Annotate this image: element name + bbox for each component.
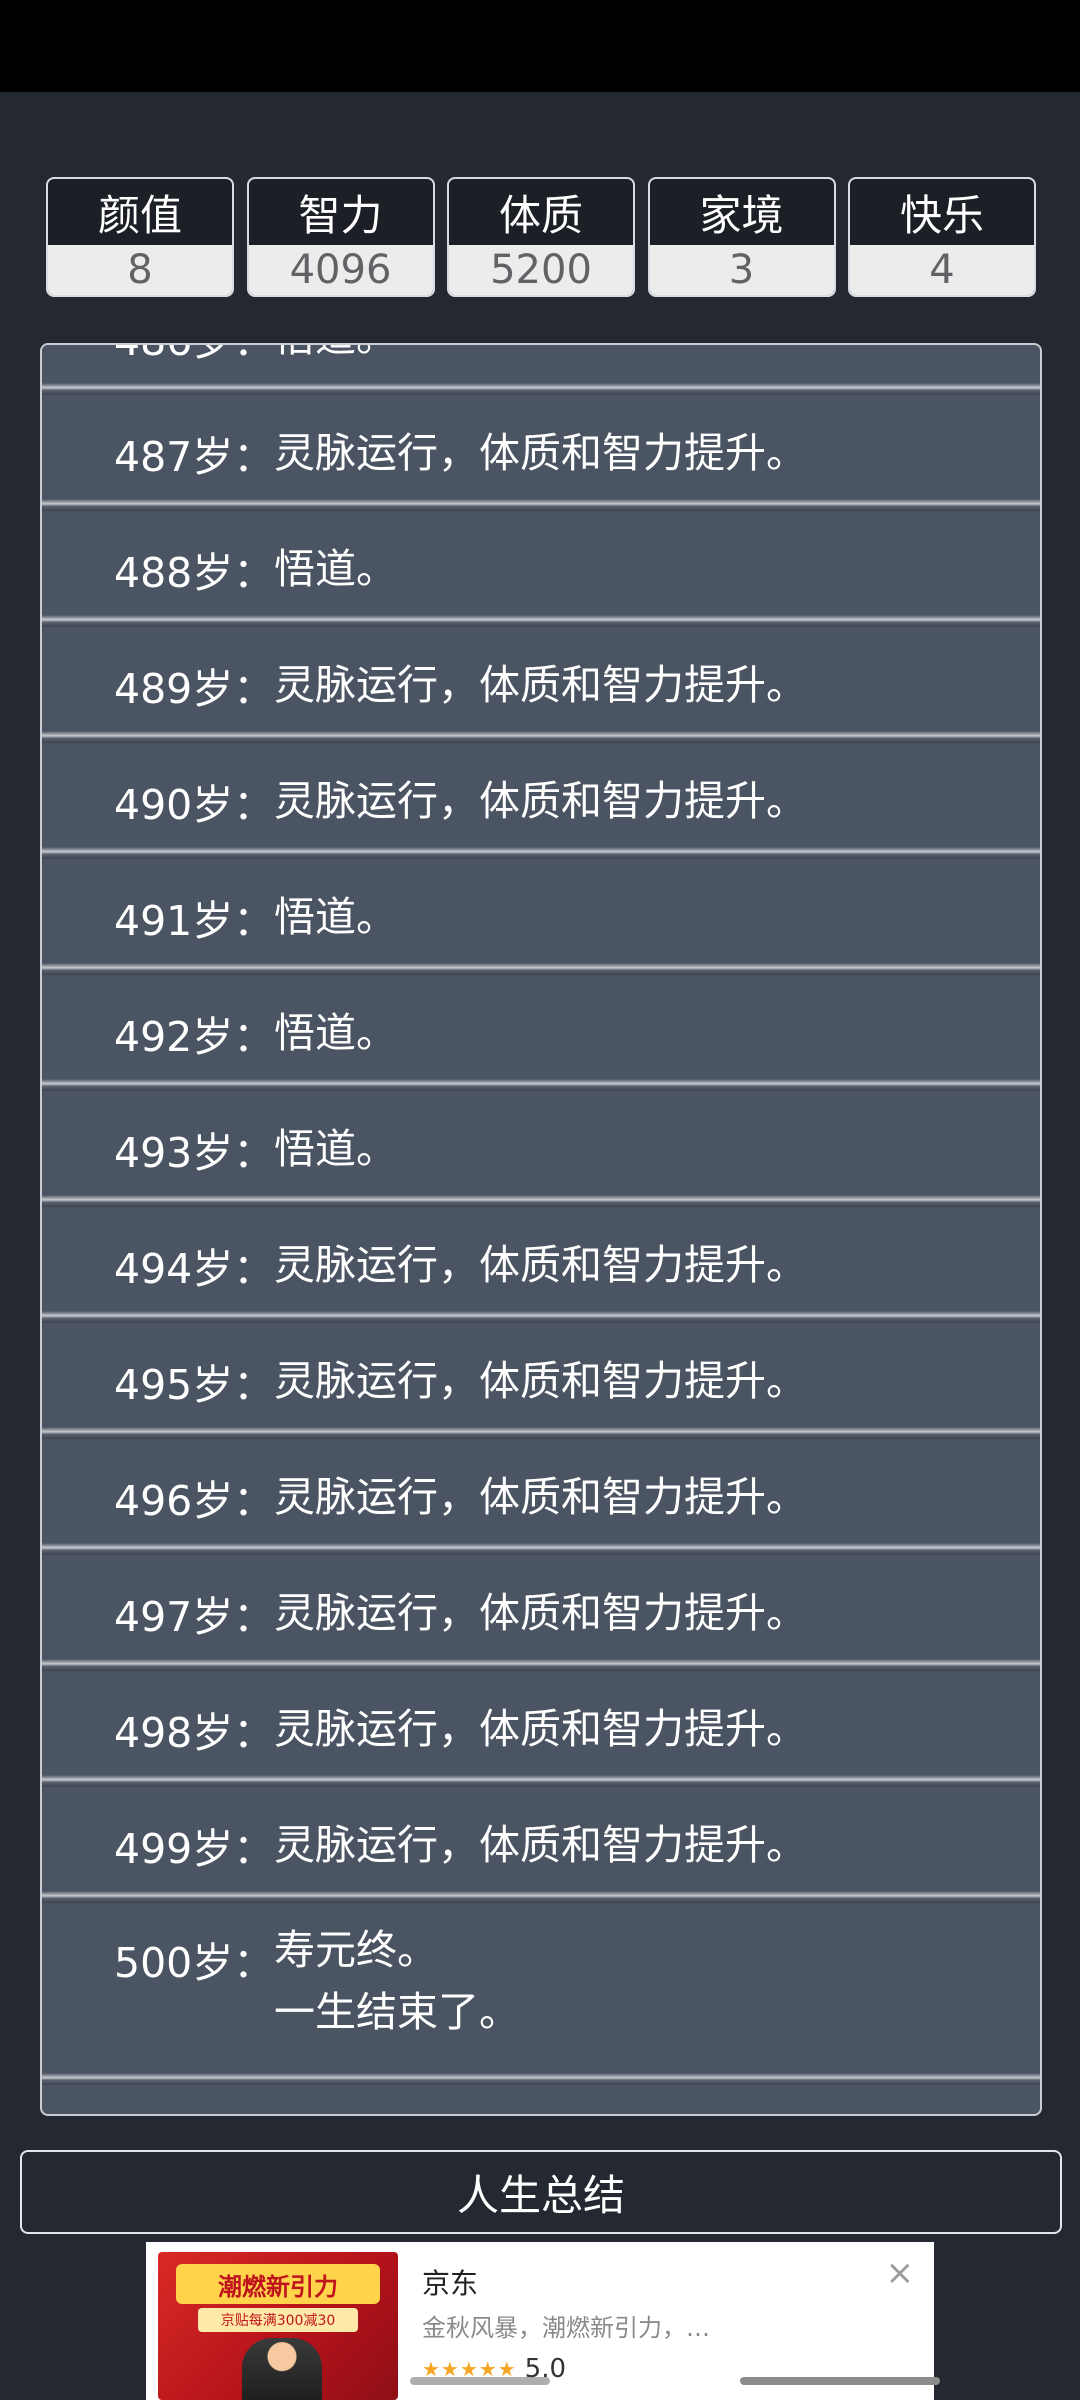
log-event: 灵脉运行，体质和智力提升。 [274, 776, 807, 825]
log-age: 497岁： [114, 1593, 275, 1641]
log-entry: 486岁：悟道。 [42, 345, 1040, 395]
log-age: 491岁： [114, 897, 275, 945]
ad-image[interactable]: 潮燃新引力 京贴每满300减30 [158, 2252, 398, 2400]
stat-constitution: 体质 5200 [447, 177, 635, 297]
attribute-bar: 颜值 8 智力 4096 体质 5200 家境 3 快乐 4 [46, 177, 1036, 297]
stat-value: 5200 [449, 245, 633, 295]
log-entry: 496岁： 灵脉运行，体质和智力提升。 [42, 1439, 1040, 1555]
log-entry: 488岁： 悟道。 [42, 511, 1040, 627]
stat-label: 颜值 [97, 190, 182, 240]
stat-happiness: 快乐 4 [848, 177, 1036, 297]
log-entry: 491岁： 悟道。 [42, 859, 1040, 975]
log-event: 悟道。 [274, 345, 397, 358]
log-age: 493岁： [114, 1129, 275, 1177]
log-event: 灵脉运行，体质和智力提升。 [274, 660, 807, 709]
log-event: 灵脉运行，体质和智力提升。 [274, 1356, 807, 1405]
stat-value: 3 [649, 245, 834, 295]
log-age: 489岁： [114, 665, 275, 713]
log-age: 499岁： [114, 1825, 275, 1873]
log-entry: 497岁： 灵脉运行，体质和智力提升。 [42, 1555, 1040, 1671]
log-entry: 489岁： 灵脉运行，体质和智力提升。 [42, 627, 1040, 743]
stat-value: 4 [850, 245, 1034, 295]
log-event: 灵脉运行，体质和智力提升。 [274, 1704, 807, 1753]
log-event: 悟道。 [274, 892, 397, 941]
log-entry: 494岁： 灵脉运行，体质和智力提升。 [42, 1207, 1040, 1323]
nav-handle-left [410, 2377, 550, 2385]
ad-image-headline: 潮燃新引力 [176, 2264, 380, 2304]
stat-value: 8 [48, 245, 232, 295]
log-event: 灵脉运行，体质和智力提升。 [274, 1472, 807, 1521]
log-event: 灵脉运行，体质和智力提升。 [274, 1240, 807, 1289]
log-age: 492岁： [114, 1013, 275, 1061]
life-summary-button[interactable]: 人生总结 [20, 2150, 1062, 2234]
stat-label: 快乐 [899, 190, 984, 240]
ad-figure-graphic [242, 2338, 322, 2400]
log-entry: 487岁： 灵脉运行，体质和智力提升。 [42, 395, 1040, 511]
log-age: 500岁： [114, 1939, 275, 1987]
log-entry: 490岁： 灵脉运行，体质和智力提升。 [42, 743, 1040, 859]
stat-family: 家境 3 [647, 177, 836, 297]
log-age: 498岁： [114, 1709, 275, 1757]
log-event: 悟道。 [274, 544, 397, 593]
top-status-area [0, 0, 1080, 92]
stat-intelligence: 智力 4096 [246, 177, 435, 297]
log-entry: 493岁： 悟道。 [42, 1091, 1040, 1207]
log-entry: 498岁： 灵脉运行，体质和智力提升。 [42, 1671, 1040, 1787]
log-event: 灵脉运行，体质和智力提升。 [274, 1820, 807, 1869]
close-icon[interactable]: × [886, 2256, 915, 2290]
log-event: 灵脉运行，体质和智力提升。 [274, 1588, 807, 1637]
log-event: 悟道。 [274, 1008, 397, 1057]
log-event: 灵脉运行，体质和智力提升。 [274, 428, 807, 477]
log-age: 496岁： [114, 1477, 275, 1525]
log-age: 494岁： [114, 1245, 275, 1293]
log-age: 490岁： [114, 781, 275, 829]
log-entry: 499岁： 灵脉运行，体质和智力提升。 [42, 1787, 1040, 1903]
nav-handle[interactable] [740, 2377, 940, 2385]
log-entry-final: 500岁： 寿元终。 一生结束了。 [42, 1903, 1040, 2085]
log-age: 495岁： [114, 1361, 275, 1409]
log-event: 寿元终。 一生结束了。 [274, 1926, 520, 2036]
stat-label: 智力 [298, 190, 383, 240]
stat-label: 家境 [699, 190, 784, 240]
log-event: 悟道。 [274, 1124, 397, 1173]
log-entry: 495岁： 灵脉运行，体质和智力提升。 [42, 1323, 1040, 1439]
log-age: 486岁： [114, 345, 274, 367]
ad-description[interactable]: 金秋风暴，潮燃新引力，京贴每满... [422, 2308, 712, 2343]
ad-image-subline: 京贴每满300减30 [198, 2308, 358, 2332]
log-age: 487岁： [114, 433, 275, 481]
stat-value: 4096 [248, 245, 433, 295]
life-log-list[interactable]: 486岁：悟道。 487岁：灵脉运行，体质和智力提升。 488岁：悟道。 489… [42, 345, 1040, 2085]
log-age: 488岁： [114, 549, 275, 597]
stat-appearance: 颜值 8 [46, 177, 234, 297]
ad-title[interactable]: 京东 [422, 2262, 478, 2302]
life-log-panel[interactable]: 486岁：悟道。 487岁：灵脉运行，体质和智力提升。 488岁：悟道。 489… [40, 343, 1042, 2116]
stat-label: 体质 [498, 190, 583, 240]
log-entry: 492岁： 悟道。 [42, 975, 1040, 1091]
